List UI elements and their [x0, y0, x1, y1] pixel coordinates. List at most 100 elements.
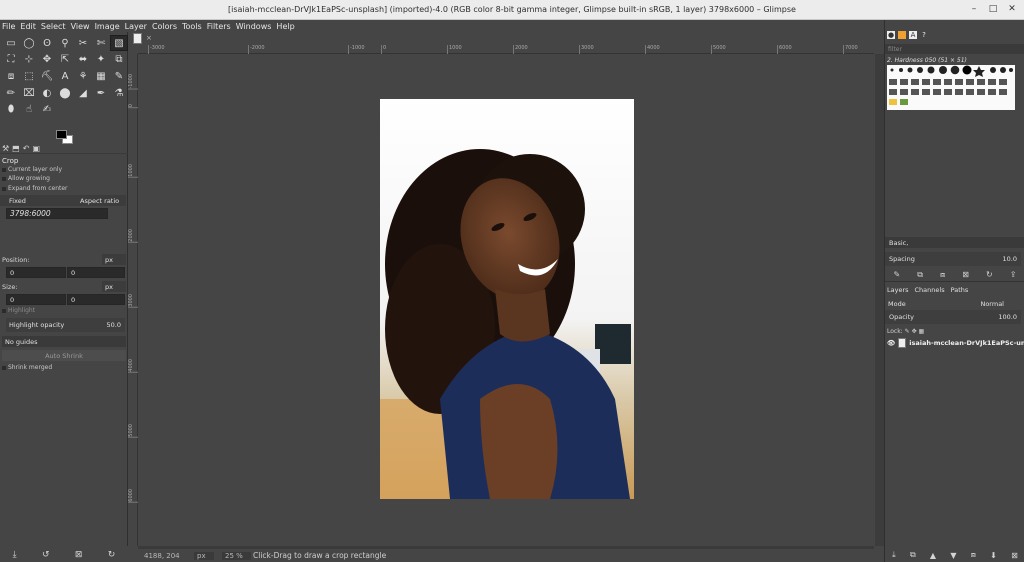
measure-tool-icon[interactable]: ⇱	[56, 52, 74, 68]
gradient-tool-icon[interactable]: ◐	[38, 85, 56, 101]
open-brush-as-image-icon[interactable]: ⇪	[1010, 270, 1017, 281]
current-layer-only-checkbox[interactable]: Current layer only	[2, 166, 62, 173]
brush-filter-input[interactable]: filter	[885, 44, 1024, 54]
merge-down-icon[interactable]: ⬇	[990, 551, 997, 560]
zoom-dropdown[interactable]: 25 %	[222, 551, 251, 560]
tab-layers[interactable]: Layers	[887, 286, 909, 294]
unified-transform-tool-icon[interactable]: ⛶	[2, 52, 20, 68]
mypaint-brush-tool-icon[interactable]: ✍	[38, 102, 56, 118]
delete-brush-icon[interactable]: ⊠	[962, 270, 969, 281]
highlight-opacity-slider[interactable]: Highlight opacity 50.0	[6, 318, 125, 332]
lower-layer-icon[interactable]: ▼	[950, 551, 956, 560]
size-x-field[interactable]: 0	[6, 294, 66, 305]
brush-preset-dropdown[interactable]: Basic,	[885, 237, 1024, 248]
perspective-tool-icon[interactable]: A	[56, 68, 74, 84]
close-button[interactable]: ✕	[1006, 3, 1018, 15]
position-unit-dropdown[interactable]: px	[102, 254, 126, 265]
seamless-clone-tool-icon[interactable]: ✎	[110, 68, 128, 84]
flip-tool-icon[interactable]: ⛏	[38, 68, 56, 84]
tab-channels[interactable]: Channels	[915, 286, 945, 294]
image-tab-thumbnail[interactable]	[133, 33, 142, 44]
checkerboard-tool-icon[interactable]: ⬤	[56, 85, 74, 101]
ink-tool-icon[interactable]: ☝	[20, 102, 38, 118]
restore-options-icon[interactable]: ↺	[42, 550, 50, 560]
highlight-checkbox[interactable]: Highlight	[2, 307, 35, 314]
vertical-ruler[interactable]: -1000 0 1000 2000 3000 4000 5000 6000	[128, 54, 138, 546]
layer-row[interactable]: 👁 isaiah-mcclean-DrVJk1EaPSc-unsplash	[885, 336, 1024, 349]
handle-transform-tool-icon[interactable]: ▦	[92, 68, 110, 84]
unit-dropdown[interactable]: px	[194, 551, 214, 560]
scissors-tool-icon[interactable]: ✂	[74, 35, 92, 51]
edit-brush-icon[interactable]: ✎	[894, 270, 901, 281]
crop-tool-icon[interactable]: ▧	[110, 35, 128, 51]
maximize-button[interactable]: □	[987, 3, 999, 15]
minimize-button[interactable]: –	[968, 3, 980, 15]
menu-select[interactable]: Select	[41, 22, 66, 31]
paintbrush-tool-icon[interactable]: ✒	[92, 85, 110, 101]
layer-opacity-slider[interactable]: Opacity 100.0	[885, 310, 1021, 324]
move-tool-icon[interactable]: ⬌	[74, 52, 92, 68]
guides-dropdown[interactable]: No guides	[2, 336, 126, 347]
color-picker-tool-icon[interactable]: ✥	[38, 52, 56, 68]
cage-tool-icon[interactable]: ⬚	[20, 68, 38, 84]
foreground-color-swatch[interactable]	[56, 130, 67, 139]
warp-tool-icon[interactable]: ⧈	[2, 68, 20, 84]
device-status-tab-icon[interactable]: ⬒	[12, 144, 20, 153]
tab-paths[interactable]: Paths	[951, 286, 969, 294]
position-y-field[interactable]: 0	[67, 267, 125, 278]
menu-colors[interactable]: Colors	[152, 22, 177, 31]
save-options-icon[interactable]: ⤓	[13, 550, 17, 560]
raise-layer-icon[interactable]: ▲	[930, 551, 936, 560]
menu-help[interactable]: Help	[276, 22, 294, 31]
eraser-tool-icon[interactable]: ⚗	[110, 85, 128, 101]
images-tab-icon[interactable]: ▣	[32, 144, 40, 153]
transform-tool-icon[interactable]: ⧉	[110, 52, 128, 68]
photo-image[interactable]	[380, 99, 634, 499]
shrink-merged-checkbox[interactable]: Shrink merged	[2, 364, 52, 371]
delete-options-icon[interactable]: ⊠	[75, 550, 83, 560]
new-layer-icon[interactable]: ⤓	[892, 550, 896, 560]
menu-view[interactable]: View	[71, 22, 90, 31]
lock-position-icon[interactable]: ✥	[912, 328, 917, 335]
brush-grid[interactable]	[887, 65, 1015, 110]
fixed-aspect-dropdown[interactable]: Fixed Aspect ratio	[0, 195, 126, 206]
3d-transform-tool-icon[interactable]: ⚘	[74, 68, 92, 84]
aspect-ratio-field[interactable]: 3798:6000	[6, 208, 108, 219]
align-tool-icon[interactable]: ✦	[92, 52, 110, 68]
horizontal-ruler[interactable]: -3000 -2000 -1000 0 1000 2000 3000 4000 …	[138, 44, 874, 54]
tool-options-tab-icon[interactable]: ⚒	[2, 144, 9, 153]
auto-shrink-button[interactable]: Auto Shrink	[2, 350, 126, 361]
paths-tool-icon[interactable]: ⊹	[20, 52, 38, 68]
fuzzy-select-tool-icon[interactable]: ⚲	[56, 35, 74, 51]
text-tool-icon[interactable]: ⌧	[20, 85, 38, 101]
bucket-fill-tool-icon[interactable]: ✏	[2, 85, 20, 101]
ellipse-select-tool-icon[interactable]: ◯	[20, 35, 38, 51]
vertical-scrollbar[interactable]	[875, 54, 884, 546]
duplicate-brush-icon[interactable]: ⧈	[940, 270, 945, 281]
fixed-checkbox-label[interactable]: Fixed	[9, 197, 26, 205]
menu-edit[interactable]: Edit	[20, 22, 36, 31]
image-tab-close-icon[interactable]: ×	[146, 34, 152, 42]
new-brush-icon[interactable]: ⧉	[917, 270, 923, 281]
fg-bg-color-swatch[interactable]	[56, 130, 74, 144]
pencil-tool-icon[interactable]: ◢	[74, 85, 92, 101]
menu-image[interactable]: Image	[95, 22, 120, 31]
menu-layer[interactable]: Layer	[125, 22, 147, 31]
menu-tools[interactable]: Tools	[182, 22, 202, 31]
visibility-eye-icon[interactable]: 👁	[887, 339, 895, 347]
reset-options-icon[interactable]: ↻	[108, 550, 116, 560]
position-x-field[interactable]: 0	[6, 267, 66, 278]
help-tab-icon[interactable]: ?	[920, 31, 928, 39]
size-y-field[interactable]: 0	[67, 294, 125, 305]
menu-filters[interactable]: Filters	[207, 22, 231, 31]
spacing-slider[interactable]: Spacing 10.0	[885, 252, 1021, 266]
allow-growing-checkbox[interactable]: Allow growing	[2, 175, 50, 182]
size-unit-dropdown[interactable]: px	[102, 281, 126, 292]
free-select-tool-icon[interactable]: ʘ	[38, 35, 56, 51]
rect-select-tool-icon[interactable]: ▭	[2, 35, 20, 51]
expand-from-center-checkbox[interactable]: Expand from center	[2, 185, 68, 192]
new-layer-group-icon[interactable]: ⧉	[910, 550, 916, 560]
airbrush-tool-icon[interactable]: ⬮	[2, 102, 20, 118]
lock-pixels-icon[interactable]: ✎	[905, 328, 910, 335]
layer-name[interactable]: isaiah-mcclean-DrVJk1EaPSc-unsplash	[909, 339, 1024, 347]
